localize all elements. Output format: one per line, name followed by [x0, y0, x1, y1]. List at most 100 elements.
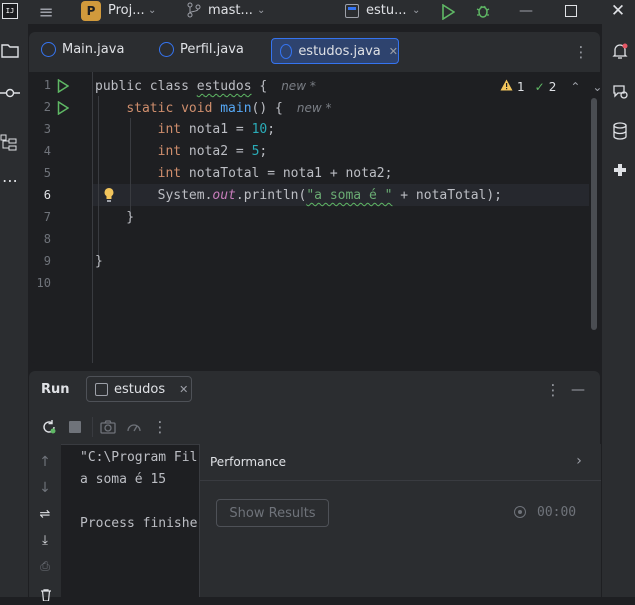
ai-assistant-icon[interactable] — [611, 82, 629, 104]
tab-label: Main.java — [62, 42, 125, 57]
code-token: static void — [126, 101, 221, 116]
code-token: estudos — [196, 79, 252, 94]
show-results-button[interactable]: Show Results — [216, 499, 329, 527]
branch-name[interactable]: mast... — [208, 3, 253, 18]
line-number: 7 — [43, 210, 51, 224]
commit-icon[interactable] — [0, 84, 20, 103]
chevron-down-icon[interactable]: ⌄ — [412, 5, 420, 16]
code-area[interactable]: public class estudos {new * static void … — [95, 75, 590, 363]
java-class-icon — [159, 42, 174, 57]
run-tab-label: estudos — [114, 381, 166, 397]
arrow-up-icon[interactable]: ↑ — [38, 454, 52, 470]
database-icon[interactable] — [612, 122, 628, 144]
code-token: nota1 = — [181, 122, 252, 137]
check-icon: ✓ — [534, 79, 545, 94]
editor-tabs: Main.java Perfil.java estudos.java ✕ ⋮ — [29, 32, 600, 72]
debug-icon[interactable] — [475, 3, 491, 23]
code-line: System.out.println("a soma é " + notaTot… — [95, 185, 502, 207]
record-icon[interactable] — [514, 506, 526, 518]
chevron-up-icon[interactable]: ⌃ — [570, 80, 580, 94]
plugin-icon[interactable] — [612, 162, 628, 182]
hide-panel-icon[interactable]: — — [570, 380, 586, 400]
code-token: int — [157, 144, 182, 159]
code-token: } — [95, 210, 135, 225]
code-line: int nota1 = 10; — [95, 119, 275, 141]
bulb-icon[interactable] — [103, 187, 115, 207]
separator — [92, 417, 93, 437]
code-token: ; — [259, 144, 268, 159]
tab-options-icon[interactable]: ⋮ — [573, 42, 589, 62]
performance-timer: 00:00 — [537, 505, 577, 520]
console-output[interactable]: "C:\Program Fil a soma é 15 Process fini… — [80, 447, 199, 597]
code-token: "a soma é " — [306, 188, 393, 203]
line-number: 2 — [43, 100, 51, 114]
project-badge[interactable]: P — [81, 1, 101, 21]
maximize-icon[interactable] — [565, 5, 577, 17]
code-line: } — [95, 251, 103, 273]
close-tab-icon[interactable]: ✕ — [389, 45, 398, 58]
run-config-icon — [95, 382, 108, 396]
code-token: notaTotal = nota1 + nota2; — [181, 166, 393, 181]
run-panel-title: Run — [41, 382, 70, 397]
chevron-right-icon[interactable]: › — [572, 453, 586, 469]
line-number: 6 — [43, 188, 51, 202]
console-line: "C:\Program Fil — [80, 450, 198, 465]
code-token: nota2 = — [181, 144, 252, 159]
inspection-widget[interactable]: 1 ✓ 2 ⌃ ⌄ — [500, 79, 602, 94]
run-config-name[interactable]: estu... — [366, 3, 407, 18]
code-line: static void main() {new * — [95, 97, 331, 119]
line-number: 10 — [36, 276, 51, 290]
code-token: int — [157, 166, 182, 181]
code-line: int notaTotal = nota1 + nota2; — [95, 163, 393, 185]
line-number: 1 — [43, 78, 51, 92]
structure-icon[interactable] — [0, 134, 18, 156]
run-gutter-icon[interactable] — [57, 78, 70, 97]
run-tab-estudos[interactable]: estudos ✕ — [86, 376, 192, 402]
console-line: a soma é 15 — [80, 472, 167, 487]
line-number: 9 — [43, 254, 51, 268]
editor-scrollbar[interactable] — [591, 98, 597, 330]
scroll-to-end-icon[interactable]: ⤓ — [38, 532, 52, 548]
tab-estudos-java[interactable]: estudos.java ✕ — [271, 38, 399, 64]
main-menu-icon[interactable]: ≡ — [36, 2, 56, 23]
author-hint[interactable]: new * — [297, 101, 332, 115]
author-hint[interactable]: new * — [281, 79, 316, 93]
chevron-down-icon[interactable]: ⌄ — [148, 5, 156, 16]
soft-wrap-icon[interactable]: ⇌ — [38, 506, 52, 522]
check-count: 2 — [548, 79, 557, 94]
minimize-icon[interactable]: — — [514, 0, 538, 22]
code-line: int nota2 = 5; — [95, 141, 268, 163]
tab-perfil-java[interactable]: Perfil.java — [159, 42, 244, 57]
close-tab-icon[interactable]: ✕ — [179, 383, 188, 396]
more-tools-icon[interactable]: ⋯ — [0, 171, 20, 190]
run-gutter-icon[interactable] — [57, 100, 70, 119]
rerun-icon[interactable] — [41, 419, 57, 439]
chevron-down-icon[interactable]: ⌄ — [257, 5, 265, 16]
left-tool-strip: ⋯ — [0, 24, 28, 597]
branch-icon — [186, 2, 202, 22]
code-line: public class estudos {new * — [95, 75, 316, 97]
folder-icon[interactable] — [1, 42, 19, 62]
profiler-icon[interactable] — [126, 419, 142, 439]
app-logo[interactable]: IJ — [2, 3, 18, 19]
print-icon[interactable]: ⎙ — [38, 558, 52, 574]
more-icon[interactable]: ⋮ — [153, 417, 168, 437]
stop-icon[interactable] — [69, 421, 81, 433]
trash-icon[interactable] — [40, 586, 52, 605]
run-button[interactable] — [441, 3, 456, 24]
project-name[interactable]: Proj... — [108, 3, 145, 18]
chevron-down-icon[interactable]: ⌄ — [592, 80, 602, 94]
java-class-icon — [280, 43, 293, 59]
camera-icon[interactable] — [100, 419, 116, 438]
java-class-icon — [41, 42, 56, 57]
console-line: Process finishe — [80, 516, 198, 531]
warning-icon — [500, 79, 513, 94]
notifications-icon[interactable] — [612, 42, 628, 64]
options-icon[interactable]: ⋮ — [545, 380, 561, 400]
arrow-down-icon[interactable]: ↓ — [38, 480, 52, 496]
tab-main-java[interactable]: Main.java — [41, 42, 124, 57]
close-icon[interactable]: ✕ — [608, 0, 628, 22]
